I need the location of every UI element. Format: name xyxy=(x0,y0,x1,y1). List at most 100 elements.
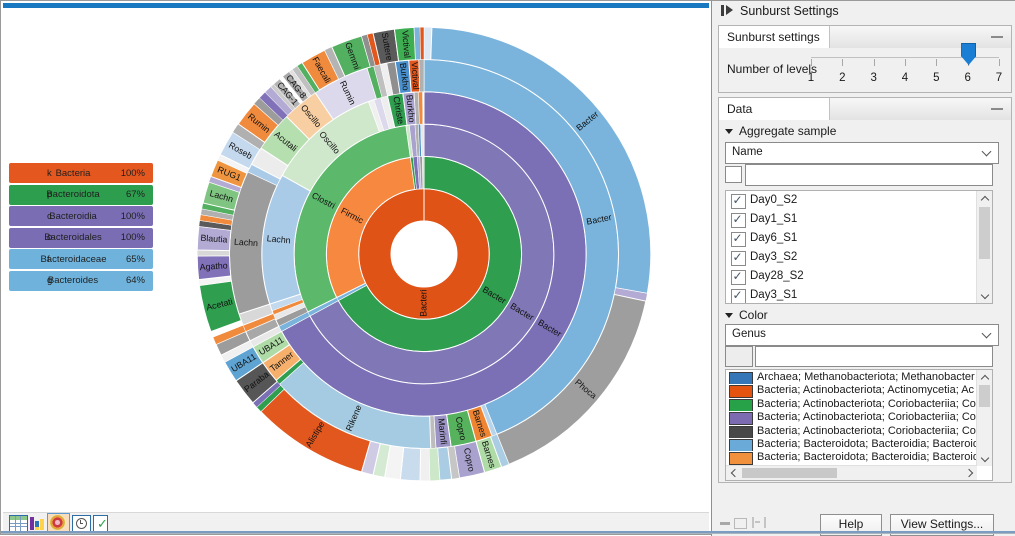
sample-label: Day1_S1 xyxy=(750,213,797,225)
legend-name: Bacteroidales xyxy=(41,232,105,243)
color-taxonomy-text: Bacteria; Bacteroidota; Bacteroidia; Bac… xyxy=(757,451,977,463)
sunburst-segment-order[interactable] xyxy=(423,92,424,124)
bar-icon-bar xyxy=(40,519,44,530)
side-panel-header: Sunburst Settings xyxy=(712,1,1015,23)
table-view-icon[interactable] xyxy=(9,515,28,532)
collapse-triangle-icon xyxy=(725,129,733,134)
color-taxonomy-text: Archaea; Methanobacteriota; Methanobacte… xyxy=(757,371,975,383)
sample-label: Day28_S2 xyxy=(750,270,804,282)
scroll-down-icon[interactable] xyxy=(977,289,992,303)
color-swatch xyxy=(729,412,753,424)
sunburst-view-icon[interactable] xyxy=(50,515,65,530)
sample-checkbox[interactable] xyxy=(731,232,746,247)
sample-row[interactable]: Day6_S1 xyxy=(726,229,977,248)
sunburst-segment-label: Agatho xyxy=(199,260,228,272)
sunburst-segment-genus[interactable] xyxy=(420,27,424,59)
color-list: Archaea; Methanobacteriota; Methanobacte… xyxy=(725,369,993,481)
color-rows: Archaea; Methanobacteriota; Methanobacte… xyxy=(726,371,977,465)
sunburst-segment-genus[interactable] xyxy=(420,448,430,480)
scroll-up-icon[interactable] xyxy=(977,370,992,384)
dock-panel-icon[interactable] xyxy=(752,517,766,528)
aggregate-by-select[interactable]: Name xyxy=(725,142,999,164)
sample-list-vscrollbar[interactable] xyxy=(976,191,992,303)
legend-row: p Bacteroidota 67% xyxy=(9,185,153,205)
color-row[interactable]: Bacteria; Actinobacteriota; Coriobacteri… xyxy=(726,411,977,424)
sunburst-segment-label: Victival xyxy=(410,62,421,90)
color-list-hscrollbar[interactable] xyxy=(726,465,977,480)
sample-label: Day6_S1 xyxy=(750,232,797,244)
sample-row[interactable]: Day3_S2 xyxy=(726,248,977,267)
tab-data[interactable]: Data xyxy=(719,98,830,120)
sunburst-segment-genus[interactable] xyxy=(414,27,421,59)
sample-checkbox[interactable] xyxy=(731,251,746,266)
sample-row[interactable]: Day3_S1 xyxy=(726,286,977,304)
sample-checkbox[interactable] xyxy=(731,289,746,304)
legend-percent: 67% xyxy=(105,189,153,200)
tab-sunburst-settings[interactable]: Sunburst settings xyxy=(719,26,830,48)
color-swatch xyxy=(729,372,753,384)
color-swatch-box[interactable] xyxy=(725,346,753,367)
section-sunburst-settings: Sunburst settings Number of levels 12345… xyxy=(718,25,1012,93)
scrollbar-thumb[interactable] xyxy=(979,207,990,259)
color-by-select[interactable]: Genus xyxy=(725,324,999,346)
sample-row[interactable]: Day28_S2 xyxy=(726,267,977,286)
history-view-icon[interactable] xyxy=(72,515,91,532)
side-panel: Sunburst Settings Sunburst settings Numb… xyxy=(711,1,1015,536)
slider-tick-label: 7 xyxy=(989,72,1009,84)
collapse-section-icon[interactable] xyxy=(991,36,1003,38)
scrollbar-thumb[interactable] xyxy=(742,468,837,478)
legend-percent: 64% xyxy=(105,275,153,286)
scroll-up-icon[interactable] xyxy=(977,191,992,205)
scroll-right-icon[interactable] xyxy=(963,466,977,480)
slider-tick-label: 1 xyxy=(801,72,821,84)
sample-list: Day0_S2 Day1_S1 Day6_S1 Day3_S2 Day28_S2… xyxy=(725,190,993,304)
folder-icon[interactable] xyxy=(734,518,747,529)
legend-row: f Bacteroidaceae 65% xyxy=(9,249,153,269)
color-row[interactable]: Bacteria; Actinobacteriota; Actinomyceti… xyxy=(726,384,977,397)
color-list-vscrollbar[interactable] xyxy=(976,370,992,466)
color-taxonomy-text: Bacteria; Actinobacteriota; Coriobacteri… xyxy=(757,411,976,423)
color-filter-input[interactable] xyxy=(755,346,993,367)
sample-filter-input[interactable] xyxy=(745,164,993,186)
select-all-samples-checkbox[interactable] xyxy=(725,166,742,183)
sample-row[interactable]: Day0_S2 xyxy=(726,191,977,210)
color-taxonomy-text: Bacteria; Actinobacteriota; Coriobacteri… xyxy=(757,398,976,410)
taxonomy-breadcrumb-legend: k Bacteria 100%p Bacteroidota 67%c Bacte… xyxy=(9,163,153,293)
sunburst-segment-class[interactable] xyxy=(421,124,424,156)
panel-toggle-icon[interactable] xyxy=(721,5,724,16)
color-swatch xyxy=(729,452,753,464)
color-taxonomy-text: Bacteria; Actinobacteriota; Actinomyceti… xyxy=(757,384,974,396)
color-swatch xyxy=(729,426,753,438)
color-row[interactable]: Archaea; Methanobacteriota; Methanobacte… xyxy=(726,371,977,384)
sunburst-segment-label: Bacteri xyxy=(418,289,428,316)
color-row[interactable]: Bacteria; Actinobacteriota; Coriobacteri… xyxy=(726,398,977,411)
color-row[interactable]: Bacteria; Bacteroidota; Bacteroidia; Bac… xyxy=(726,451,977,464)
color-group[interactable]: Color xyxy=(725,308,768,322)
window-bottom-border xyxy=(1,531,1015,534)
collapse-all-icon[interactable] xyxy=(720,522,730,525)
levels-slider-thumb[interactable] xyxy=(961,43,976,65)
scroll-left-icon[interactable] xyxy=(726,466,740,480)
bar-icon-bar xyxy=(35,527,39,530)
scroll-down-icon[interactable] xyxy=(977,452,992,466)
report-view-icon[interactable]: ✓ xyxy=(93,515,108,532)
slider-tick xyxy=(842,59,843,66)
aggregate-sample-group[interactable]: Aggregate sample xyxy=(725,124,836,138)
color-row[interactable]: Bacteria; Actinobacteriota; Coriobacteri… xyxy=(726,425,977,438)
panel-toggle-arrow-icon[interactable] xyxy=(726,5,733,15)
sample-checkbox[interactable] xyxy=(731,270,746,285)
legend-percent: 100% xyxy=(105,232,153,243)
color-swatch xyxy=(729,399,753,411)
stacked-bar-view-icon[interactable] xyxy=(30,515,47,530)
clock-hand xyxy=(80,523,83,524)
scrollbar-thumb[interactable] xyxy=(979,385,990,407)
sample-label: Day3_S2 xyxy=(750,251,797,263)
sunburst-segment-phylum[interactable] xyxy=(422,156,424,188)
collapse-section-icon[interactable] xyxy=(991,108,1003,110)
sample-row[interactable]: Day1_S1 xyxy=(726,210,977,229)
sample-checkbox[interactable] xyxy=(731,213,746,228)
color-row[interactable]: Bacteria; Bacteroidota; Bacteroidia; Bac… xyxy=(726,438,977,451)
chevron-down-icon xyxy=(982,329,992,339)
sample-checkbox[interactable] xyxy=(731,194,746,209)
chevron-down-icon xyxy=(982,147,992,157)
